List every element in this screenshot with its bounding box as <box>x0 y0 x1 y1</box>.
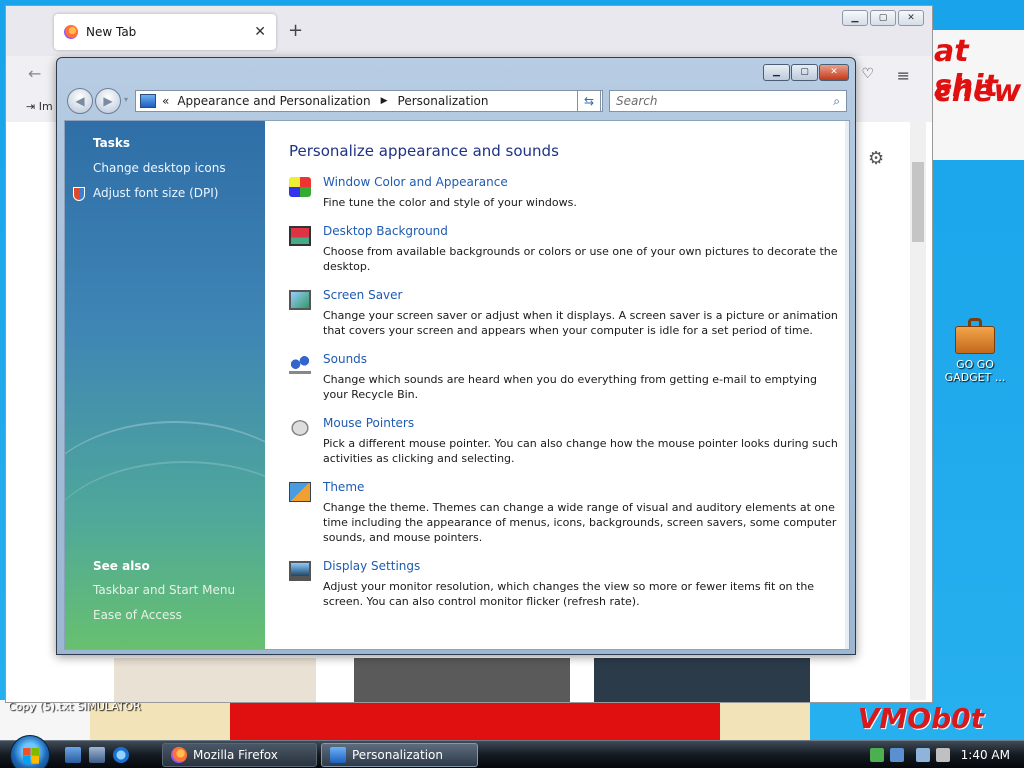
pocket-icon[interactable]: ♡ <box>861 66 874 82</box>
desktop-icon-gadget[interactable]: GO GO GADGET ... <box>940 318 1010 384</box>
item-description: Change the theme. Themes can change a wi… <box>323 501 837 544</box>
firefox-window-controls: ▁ ▢ ✕ <box>842 10 924 26</box>
item-description: Change your screen saver or adjust when … <box>323 309 838 337</box>
control-panel-icon <box>140 94 156 108</box>
bookmark-import-item[interactable]: ⇥ Im <box>26 100 53 113</box>
display-settings-icon[interactable] <box>289 561 311 581</box>
sounds-icon[interactable] <box>289 354 311 374</box>
main-scrollbar[interactable] <box>845 121 849 649</box>
firefox-tab-newtab[interactable]: New Tab ✕ <box>54 14 276 50</box>
thumbnail-tile-1[interactable] <box>114 658 316 702</box>
firefox-scrollbar[interactable] <box>910 122 926 700</box>
mouse-pointers-icon[interactable] <box>289 418 311 438</box>
windows-logo-icon <box>23 748 39 764</box>
paint-cream-right <box>720 700 810 740</box>
control-panel-icon <box>330 747 346 763</box>
gear-icon[interactable]: ⚙ <box>868 148 884 169</box>
tasks-title: Tasks <box>93 136 131 150</box>
task-link-change-desktop-icons[interactable]: Change desktop icons <box>93 161 226 175</box>
volume-muted-icon[interactable] <box>936 748 950 762</box>
search-icon[interactable]: ⌕ <box>833 94 840 109</box>
search-input[interactable]: Search ⌕ <box>609 90 847 112</box>
cp-maximize-button[interactable]: ▢ <box>791 64 818 81</box>
refresh-button[interactable]: ⇆ <box>577 90 601 112</box>
task-pane: Tasks Change desktop icons Adjust font s… <box>65 121 325 649</box>
item-title-link[interactable]: Window Color and Appearance <box>323 175 508 189</box>
back-arrow-icon[interactable]: ← <box>28 64 41 83</box>
firefox-tabbar: New Tab ✕ + ▁ ▢ ✕ <box>6 6 932 56</box>
tray-network-icon[interactable] <box>870 748 884 762</box>
breadcrumb-separator-icon[interactable]: ▶ <box>381 96 388 106</box>
firefox-icon <box>171 747 187 763</box>
address-bar[interactable]: « Appearance and Personalization ▶ Perso… <box>135 90 603 112</box>
breadcrumb-personalization[interactable]: Personalization <box>398 94 489 108</box>
item-description: Pick a different mouse pointer. You can … <box>323 437 838 465</box>
hamburger-menu-icon[interactable]: ≡ <box>897 66 910 85</box>
taskbar-button-label: Mozilla Firefox <box>193 748 278 762</box>
taskbar-button-firefox[interactable]: Mozilla Firefox <box>162 743 317 767</box>
taskbar-button-label: Personalization <box>352 748 443 762</box>
internet-explorer-icon[interactable] <box>113 747 129 763</box>
system-tray: 1:40 AM <box>864 741 1024 768</box>
breadcrumb-appearance[interactable]: Appearance and Personalization <box>177 94 370 108</box>
clock[interactable]: 1:40 AM <box>961 748 1010 762</box>
tab-title: New Tab <box>86 25 137 39</box>
show-desktop-icon[interactable] <box>65 747 81 763</box>
see-also-link-taskbar[interactable]: Taskbar and Start Menu <box>93 583 235 597</box>
screen-saver-icon[interactable] <box>289 290 311 310</box>
back-button[interactable]: ◀ <box>67 88 93 114</box>
window-color-icon[interactable] <box>289 177 311 197</box>
task-link-adjust-font-size[interactable]: Adjust font size (DPI) <box>93 186 218 200</box>
taskbar-button-personalization[interactable]: Personalization <box>321 743 478 767</box>
search-placeholder: Search <box>616 94 658 108</box>
breadcrumb-prefix[interactable]: « <box>162 94 169 108</box>
tray-app-icon[interactable] <box>890 748 904 762</box>
start-button[interactable] <box>10 735 50 768</box>
cp-minimize-button[interactable]: ▁ <box>763 64 790 81</box>
desktop-icon-label: GO GO GADGET ... <box>944 358 1006 384</box>
close-button[interactable]: ✕ <box>898 10 924 26</box>
item-title-link[interactable]: Sounds <box>323 352 367 366</box>
item-title-link[interactable]: Desktop Background <box>323 224 448 238</box>
watermark-text: VMOb0t <box>857 702 984 735</box>
item-description: Fine tune the color and style of your wi… <box>323 196 577 209</box>
shield-icon <box>73 187 85 201</box>
see-also-link-ease-of-access[interactable]: Ease of Access <box>93 608 182 622</box>
taskbar: Mozilla Firefox Personalization 1:40 AM <box>0 735 1024 768</box>
main-pane: Personalize appearance and sounds Window… <box>265 121 849 649</box>
cp-close-button[interactable]: ✕ <box>819 64 849 81</box>
theme-icon[interactable] <box>289 482 311 502</box>
item-description: Change which sounds are heard when you d… <box>323 373 817 401</box>
desktop-background-icon[interactable] <box>289 226 311 246</box>
new-tab-button[interactable]: + <box>288 20 303 41</box>
paint-red-shape <box>230 700 730 740</box>
forward-button[interactable]: ▶ <box>95 88 121 114</box>
minimize-button[interactable]: ▁ <box>842 10 868 26</box>
see-also-title: See also <box>93 559 150 573</box>
cp-body: Tasks Change desktop icons Adjust font s… <box>64 120 850 650</box>
personalization-window[interactable]: ▁ ▢ ✕ ◀ ▶ ▾ « Appearance and Personaliza… <box>56 57 856 655</box>
page-title: Personalize appearance and sounds <box>289 142 559 160</box>
thumbnail-tile-3[interactable] <box>594 658 810 702</box>
maximize-button[interactable]: ▢ <box>870 10 896 26</box>
item-title-link[interactable]: Screen Saver <box>323 288 402 302</box>
item-title-link[interactable]: Display Settings <box>323 559 420 573</box>
recent-pages-chevron-icon[interactable]: ▾ <box>121 88 131 114</box>
paint-text-line2: chew <box>934 74 1022 109</box>
cp-window-controls: ▁ ▢ ✕ <box>763 64 849 81</box>
tray-connection-icon[interactable] <box>916 748 930 762</box>
switch-windows-icon[interactable] <box>89 747 105 763</box>
item-description: Adjust your monitor resolution, which ch… <box>323 580 815 608</box>
thumbnail-tile-2[interactable] <box>354 658 570 702</box>
item-title-link[interactable]: Mouse Pointers <box>323 416 414 430</box>
item-description: Choose from available backgrounds or col… <box>323 245 838 273</box>
firefox-logo-icon <box>64 25 78 39</box>
briefcase-icon <box>955 318 995 354</box>
tab-close-icon[interactable]: ✕ <box>254 24 266 40</box>
item-title-link[interactable]: Theme <box>323 480 364 494</box>
